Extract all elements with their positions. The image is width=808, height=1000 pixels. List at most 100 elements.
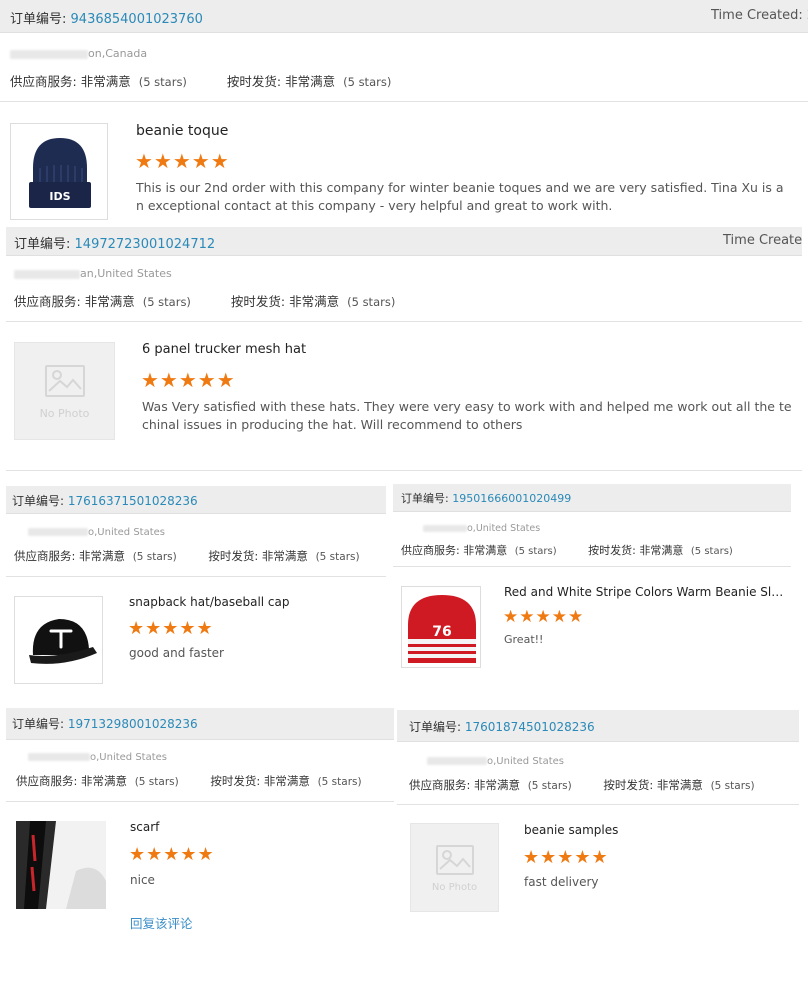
review-card: 订单编号: 19713298001028236 o,United States … [6,708,394,940]
review-comment: good and faster [129,646,224,660]
order-number[interactable]: 14972723001024712 [75,237,216,252]
review-card: 订单编号: 19501666001020499 o,United States … [393,484,791,686]
order-number[interactable]: 19501666001020499 [452,492,571,505]
on-time-shipping-label: 按时发货: [603,778,654,792]
on-time-shipping-label: 按时发货: [226,74,282,89]
product-title[interactable]: 6 panel trucker mesh hat [142,342,762,357]
redacted-name [14,269,80,279]
review-comment: This is our 2nd order with this company … [136,180,784,214]
divider [397,804,799,805]
product-title[interactable]: scarf [130,820,380,834]
rating-row: 供应商服务: 非常满意 (5 stars) 按时发货: 非常满意 (5 star… [14,291,395,310]
order-header: 订单编号: 19713298001028236 [6,708,394,740]
order-number[interactable]: 17601874501028236 [465,720,595,734]
on-time-shipping-label: 按时发货: [208,549,259,563]
star-rating: ★★★★★ [135,149,230,173]
buyer-location: an,United States [14,267,172,280]
supplier-service-count: (5 stars) [134,776,179,788]
star-rating: ★★★★★ [141,368,236,392]
review-comment: Great!! [504,633,544,646]
no-photo-icon [45,365,85,397]
on-time-shipping-label: 按时发货: [588,544,636,557]
order-number[interactable]: 9436854001023760 [71,12,203,27]
supplier-service-label: 供应商服务: [14,294,81,309]
divider [6,801,394,802]
rating-row: 供应商服务: 非常满意 (5 stars) 按时发货: 非常满意 (5 star… [16,773,362,789]
buyer-location: o,United States [28,527,165,538]
supplier-service-label: 供应商服务: [14,549,76,563]
divider [393,566,791,567]
redacted-name [28,753,90,761]
star-rating: ★★★★★ [129,844,215,865]
divider [6,470,802,471]
on-time-shipping-rating: 非常满意 [656,778,703,792]
supplier-service-rating: 非常满意 [474,778,521,792]
on-time-shipping-count: (5 stars) [690,546,733,557]
on-time-shipping-label: 按时发货: [210,774,261,788]
rating-row: 供应商服务: 非常满意 (5 stars) 按时发货: 非常满意 (5 star… [401,542,733,558]
thumb-logo-text: IDS [49,190,70,203]
product-title[interactable]: beanie toque [136,123,776,139]
order-number-label: 订单编号: [12,494,65,508]
time-created: Time Created: 20 [711,8,808,23]
redacted-name [28,528,88,536]
supplier-service-label: 供应商服务: [10,74,77,89]
order-number-label: 订单编号: [401,492,449,505]
no-photo-text: No Photo [39,407,90,420]
product-image[interactable] [16,821,106,909]
on-time-shipping-count: (5 stars) [315,551,360,563]
buyer-location: o,United States [28,752,167,763]
on-time-shipping-rating: 非常满意 [639,544,684,557]
review-comment: fast delivery [524,875,599,889]
supplier-service-count: (5 stars) [142,295,191,309]
rating-row: 供应商服务: 非常满意 (5 stars) 按时发货: 非常满意 (5 star… [10,71,391,90]
reply-to-review-link[interactable]: 回复该评论 [130,913,193,932]
redacted-name [427,757,487,765]
supplier-service-rating: 非常满意 [79,549,126,563]
on-time-shipping-count: (5 stars) [347,295,396,309]
divider [0,101,808,102]
product-image[interactable]: 76 [401,586,481,668]
thumb-logo-text: 76 [432,624,451,640]
product-title[interactable]: beanie samples [524,823,784,837]
on-time-shipping-rating: 非常满意 [285,74,336,89]
product-image[interactable] [14,596,103,684]
rating-row: 供应商服务: 非常满意 (5 stars) 按时发货: 非常满意 (5 star… [14,548,360,564]
supplier-service-count: (5 stars) [514,546,557,557]
buyer-location: o,United States [423,523,540,534]
on-time-shipping-count: (5 stars) [710,780,755,792]
divider [6,321,802,322]
on-time-shipping-rating: 非常满意 [261,549,308,563]
product-image-placeholder: No Photo [14,342,115,440]
order-number[interactable]: 19713298001028236 [68,717,198,731]
order-header: 订单编号: 14972723001024712 Time Created [6,227,802,256]
supplier-service-label: 供应商服务: [409,778,471,792]
review-comment: Was Very satisfied with these hats. They… [142,399,792,433]
order-header: 订单编号: 17616371501028236 [6,486,386,514]
review-card: 订单编号: 14972723001024712 Time Created an,… [6,227,802,470]
product-title[interactable]: Red and White Stripe Colors Warm Beanie … [504,585,784,599]
on-time-shipping-count: (5 stars) [317,776,362,788]
star-rating: ★★★★★ [523,847,609,868]
review-comment: nice [130,873,155,887]
order-number-label: 订单编号: [12,717,65,731]
product-title[interactable]: snapback hat/baseball cap [129,595,379,609]
on-time-shipping-count: (5 stars) [343,75,392,89]
product-image[interactable]: IDS [10,123,108,220]
no-photo-text: No Photo [431,882,478,893]
supplier-service-label: 供应商服务: [401,544,460,557]
star-rating: ★★★★★ [128,618,214,639]
review-card: 订单编号: 9436854001023760 Time Created: 20 … [0,0,808,226]
on-time-shipping-label: 按时发货: [230,294,286,309]
supplier-service-rating: 非常满意 [81,774,128,788]
supplier-service-rating: 非常满意 [84,294,135,309]
order-number[interactable]: 17616371501028236 [68,494,198,508]
review-card: 订单编号: 17616371501028236 o,United States … [6,486,386,691]
on-time-shipping-rating: 非常满意 [289,294,340,309]
star-rating: ★★★★★ [503,607,585,627]
rating-row: 供应商服务: 非常满意 (5 stars) 按时发货: 非常满意 (5 star… [409,777,755,793]
order-header: 订单编号: 9436854001023760 Time Created: 20 [0,0,808,33]
order-number-label: 订单编号: [14,237,71,252]
supplier-service-count: (5 stars) [527,780,572,792]
redacted-name [423,525,467,532]
